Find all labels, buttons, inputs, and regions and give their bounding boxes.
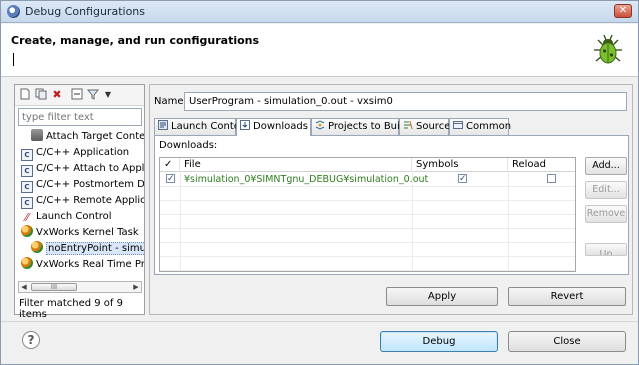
text-cursor [13, 53, 14, 66]
name-label: Name: [154, 96, 187, 107]
scroll-left-icon[interactable]: ◀ [19, 282, 29, 292]
c-app-icon: C [21, 181, 33, 193]
tree-item-launch-control[interactable]: ⁄⁄ Launch Control [21, 209, 111, 225]
table-row[interactable]: ¥simulation_0¥SIMNTgnu_DEBUG¥simulation_… [160, 172, 575, 187]
attach-target-icon [31, 129, 43, 141]
row-enabled-checkbox[interactable] [166, 172, 175, 186]
horizontal-scrollbar[interactable]: ◀ III ▶ [18, 281, 142, 293]
tree-item-c-application[interactable]: C C/C++ Application [21, 145, 129, 161]
launch-context-icon [158, 120, 168, 130]
configuration-editor-panel: Name: UserProgram - simulation_0.out - v… [149, 84, 633, 315]
tree-item-c-attach[interactable]: CC/C++ Attach to Application [21, 161, 144, 177]
table-row [160, 201, 575, 215]
debug-button[interactable]: Debug [380, 331, 498, 352]
filter-input[interactable] [18, 108, 142, 126]
delete-icon[interactable]: ✖ [50, 88, 64, 102]
dropdown-icon[interactable]: ▼ [101, 88, 115, 102]
downloads-label: Downloads: [159, 140, 218, 151]
table-row [160, 243, 575, 257]
apply-button[interactable]: Apply [386, 287, 498, 306]
tab-projects-to-build[interactable]: Projects to Build [311, 118, 409, 135]
common-icon [453, 120, 463, 130]
table-header: ✓ File Symbols Reload [160, 158, 575, 172]
footer-separator [1, 321, 638, 322]
column-header-check[interactable]: ✓ [160, 158, 180, 172]
tab-downloads[interactable]: Downloads [236, 118, 311, 136]
c-app-icon: C [21, 197, 33, 209]
filter-icon[interactable] [86, 88, 100, 102]
column-divider [412, 172, 413, 271]
source-icon [403, 120, 413, 130]
close-button[interactable]: Close [508, 331, 626, 352]
help-icon[interactable]: ? [22, 331, 40, 349]
downloads-tab-content: Downloads: ✓ File Symbols Reload ¥simula… [154, 135, 629, 275]
table-row [160, 187, 575, 201]
dialog-header: Create, manage, and run configurations [1, 24, 638, 77]
downloads-icon [240, 120, 250, 130]
column-divider [180, 172, 181, 271]
bug-icon [594, 34, 622, 64]
vxworks-icon [21, 225, 33, 237]
tab-launch-context[interactable]: Launch Context [154, 118, 250, 135]
vxworks-icon [31, 241, 43, 253]
table-row [160, 229, 575, 243]
edit-button[interactable]: Edit... [585, 181, 627, 199]
tab-source[interactable]: Source [399, 118, 450, 135]
header-title: Create, manage, and run configurations [11, 34, 260, 47]
revert-button[interactable]: Revert [508, 287, 626, 306]
collapse-icon[interactable] [70, 88, 84, 102]
tree-item-vxworks-kernel-task[interactable]: VxWorks Kernel Task [21, 225, 139, 241]
debug-app-icon [7, 5, 20, 18]
configuration-list-panel: ✖ ▼ Attach Target Context CC/C++ Applica… [14, 84, 145, 320]
scroll-thumb[interactable]: III [31, 283, 77, 291]
new-config-icon[interactable] [18, 88, 32, 102]
table-row [160, 215, 575, 229]
downloads-table: ✓ File Symbols Reload ¥simulation_0¥SIMN… [159, 157, 576, 272]
column-header-file[interactable]: File [180, 158, 412, 172]
row-symbols-checkbox[interactable] [458, 172, 467, 186]
name-field[interactable]: UserProgram - simulation_0.out - vxsim0 [184, 92, 627, 111]
configuration-toolbar: ✖ ▼ [15, 85, 144, 106]
projects-icon [315, 120, 325, 130]
column-header-symbols[interactable]: Symbols [412, 158, 508, 172]
remove-button[interactable]: Remove [585, 205, 627, 223]
column-divider [508, 172, 509, 271]
tree-item-noentrypoint[interactable]: noEntryPoint - simulation [31, 241, 144, 257]
window-close-button[interactable]: ✕ [614, 4, 632, 18]
filter-status: Filter matched 9 of 9 items [19, 298, 123, 320]
row-reload-checkbox[interactable] [547, 174, 556, 183]
add-button[interactable]: Add... [585, 157, 627, 175]
table-row [160, 257, 575, 271]
column-header-reload[interactable]: Reload [508, 158, 575, 172]
tree-item-c-postmortem[interactable]: CC/C++ Postmortem Debugger [21, 177, 144, 193]
c-app-icon: C [21, 165, 33, 177]
tree-item-c-remote[interactable]: CC/C++ Remote Application [21, 193, 144, 209]
window-title: Debug Configurations [25, 5, 146, 18]
duplicate-icon[interactable] [34, 88, 48, 102]
tree-item-attach-target-context[interactable]: Attach Target Context [31, 129, 144, 145]
tab-common[interactable]: Common [449, 118, 511, 135]
debug-configurations-window: Debug Configurations ✕ Create, manage, a… [0, 0, 639, 365]
configuration-tree: Attach Target Context CC/C++ Application… [15, 129, 144, 273]
c-app-icon: C [21, 149, 33, 161]
up-button[interactable]: Up [585, 243, 627, 256]
row-file: ¥simulation_0¥SIMNTgnu_DEBUG¥simulation_… [184, 174, 429, 185]
title-bar: Debug Configurations ✕ [1, 1, 638, 23]
launch-control-icon: ⁄⁄ [25, 211, 29, 224]
vxworks-icon [21, 257, 33, 269]
tree-item-vxworks-rtp[interactable]: VxWorks Real Time Process [21, 257, 144, 273]
scroll-right-icon[interactable]: ▶ [131, 282, 141, 292]
